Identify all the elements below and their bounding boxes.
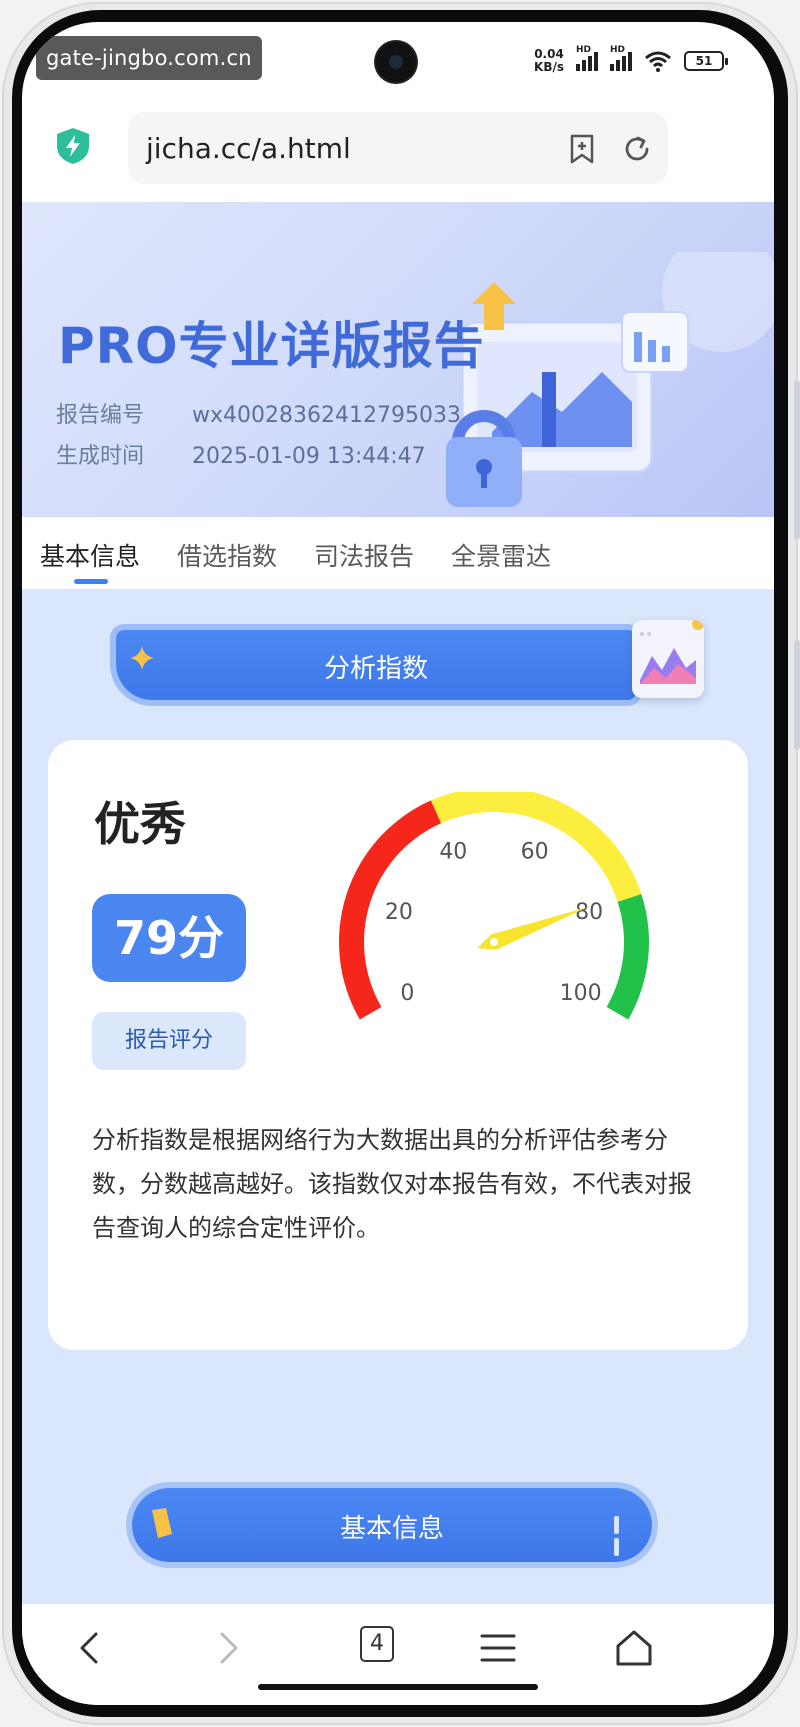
score-gauge: 0 20 40 60 80 100 bbox=[339, 792, 649, 1020]
signal-2-icon: HD bbox=[610, 45, 632, 71]
gauge-tick-label: 0 bbox=[400, 981, 414, 1006]
address-bar[interactable]: jicha.cc/a.html bbox=[128, 112, 668, 184]
volume-button bbox=[794, 380, 800, 540]
security-chart-illustration bbox=[446, 252, 774, 507]
active-tab-indicator bbox=[74, 579, 108, 584]
wifi-icon bbox=[645, 51, 671, 72]
gauge-tick-label: 100 bbox=[560, 981, 602, 1006]
status-icons: 0.04 KB/s HD HD 51 bbox=[534, 45, 728, 74]
home-indicator bbox=[258, 1684, 538, 1690]
watermark-label: gate-jingbo.com.cn bbox=[36, 36, 262, 80]
gauge-hub bbox=[490, 938, 498, 946]
hd-label: HD bbox=[610, 45, 626, 55]
analysis-section-header: 分析指数 bbox=[116, 620, 704, 700]
hd-label: HD bbox=[576, 45, 592, 55]
tab-loan-index[interactable]: 借选指数 bbox=[177, 537, 277, 573]
signal-1-icon: HD bbox=[576, 45, 598, 71]
network-speed: 0.04 KB/s bbox=[534, 48, 564, 74]
battery-icon: 51 bbox=[684, 51, 728, 71]
analysis-section-title: 分析指数 bbox=[323, 654, 428, 684]
pause-icon bbox=[614, 1516, 630, 1556]
generated-time-label: 生成时间 bbox=[56, 444, 145, 469]
tabs-count-button[interactable]: 4 bbox=[360, 1626, 394, 1662]
gauge-band-2 bbox=[606, 894, 649, 1020]
generated-time-value: 2025-01-09 13:44:47 bbox=[192, 444, 426, 469]
forward-icon[interactable] bbox=[204, 1626, 248, 1670]
gauge-tick-label: 80 bbox=[575, 900, 603, 925]
home-icon[interactable] bbox=[612, 1626, 656, 1670]
report-score-button[interactable]: 报告评分 bbox=[92, 1012, 246, 1070]
add-bookmark-icon[interactable] bbox=[568, 134, 596, 164]
shield-icon[interactable] bbox=[54, 126, 92, 166]
report-tabs: 基本信息 借选指数 司法报告 全景雷达 bbox=[22, 517, 774, 589]
url-text[interactable]: jicha.cc/a.html bbox=[146, 132, 351, 165]
front-camera bbox=[376, 42, 416, 82]
page-content: PRO专业详版报告 报告编号 wx40028362412795033 生成时间 20… bbox=[22, 202, 774, 1604]
report-hero: PRO专业详版报告 报告编号 wx40028362412795033 生成时间 20… bbox=[22, 202, 774, 517]
browser-toolbar: jicha.cc/a.html bbox=[22, 102, 774, 202]
gauge-tick-label: 60 bbox=[521, 840, 549, 865]
generated-time-row: 生成时间 2025-01-09 13:44:47 bbox=[56, 438, 426, 470]
report-id-value: wx40028362412795033 bbox=[192, 403, 461, 428]
menu-icon[interactable] bbox=[476, 1626, 520, 1670]
report-title: PRO专业详版报告 bbox=[58, 317, 485, 375]
power-button bbox=[794, 640, 800, 750]
report-id-row: 报告编号 wx40028362412795033 bbox=[56, 397, 461, 429]
refresh-icon[interactable] bbox=[622, 134, 652, 164]
gauge-tick-label: 20 bbox=[385, 900, 413, 925]
status-bar: gate-jingbo.com.cn 0.04 KB/s HD HD 51 bbox=[22, 22, 774, 102]
tab-judicial-report[interactable]: 司法报告 bbox=[314, 537, 414, 573]
report-id-label: 报告编号 bbox=[56, 403, 145, 428]
rating-label: 优秀 bbox=[94, 797, 186, 851]
screen: gate-jingbo.com.cn 0.04 KB/s HD HD 51 ji… bbox=[22, 22, 774, 1705]
back-icon[interactable] bbox=[70, 1626, 114, 1670]
basic-info-section-title: 基本信息 bbox=[339, 1514, 444, 1544]
tab-basic-info[interactable]: 基本信息 bbox=[40, 537, 140, 573]
chart-illustration-icon bbox=[632, 620, 704, 698]
score-card: 优秀 79分 报告评分 0 20 40 60 80 100 分析指数是根据网络行为大数据出… bbox=[48, 740, 748, 1350]
network-speed-unit: KB/s bbox=[534, 60, 564, 74]
score-badge: 79分 bbox=[92, 894, 246, 982]
tab-panorama-radar[interactable]: 全景雷达 bbox=[451, 537, 551, 573]
analysis-description: 分析指数是根据网络行为大数据出具的分析评估参考分数，分数越高越好。该指数仅对本报… bbox=[92, 1126, 692, 1242]
basic-info-section-header: 基本信息 bbox=[132, 1488, 652, 1562]
gauge-tick-label: 40 bbox=[439, 840, 467, 865]
